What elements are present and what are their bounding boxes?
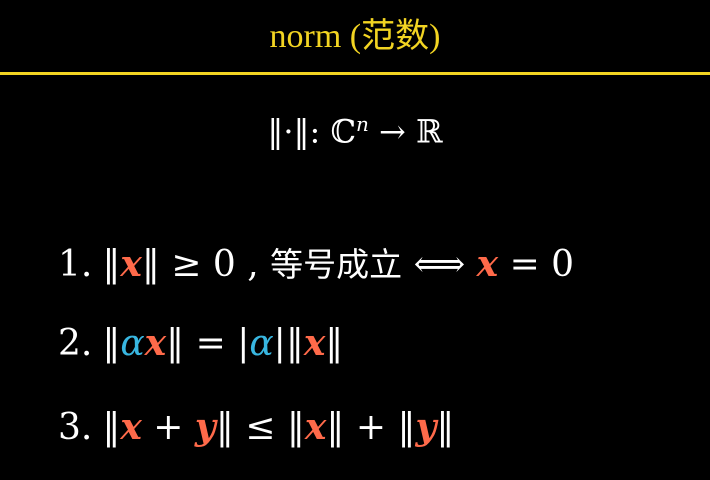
norm-bar: ‖ — [102, 323, 121, 364]
equals-sign: = — [195, 323, 226, 364]
title-underline — [0, 72, 710, 75]
maps-to-arrow: → — [379, 112, 406, 151]
norm-bar: ‖ — [325, 323, 344, 364]
vector-x: x — [120, 243, 142, 285]
dimension-exponent: n — [355, 112, 369, 136]
property-3: 3. ‖x + y‖ ≤ ‖x‖ + ‖y‖ — [58, 406, 454, 448]
norm-bar: ‖ — [326, 407, 345, 448]
norm-bar: ‖ — [166, 323, 185, 364]
norm-bar: ‖ — [102, 244, 121, 285]
norm-bar: ‖ — [285, 323, 304, 364]
plus-sign: + — [153, 407, 184, 448]
norm-bar: ‖ — [141, 244, 160, 285]
scalar-alpha: α — [249, 323, 274, 364]
norm-bar: ‖ — [102, 407, 121, 448]
real-numbers: ℝ — [416, 112, 443, 151]
abs-bar: | — [273, 323, 286, 364]
property-number: 3. — [58, 407, 93, 448]
property-number: 2. — [58, 323, 93, 364]
norm-bar: ‖ — [286, 407, 305, 448]
vector-y: y — [415, 406, 437, 448]
scalar-alpha: α — [120, 323, 145, 364]
vector-x: x — [304, 406, 327, 448]
vector-y: y — [194, 406, 216, 448]
norm-symbol: ‖·‖ — [267, 112, 310, 151]
norm-bar: ‖ — [436, 407, 455, 448]
less-equal-sign: ≤ — [245, 407, 276, 448]
vector-x: x — [120, 406, 142, 448]
equals-zero: = 0 — [509, 244, 575, 285]
slide-title: norm (范数) — [269, 18, 441, 55]
plus-sign: + — [355, 407, 386, 448]
nonnegativity-relation: ≥ 0 , — [171, 244, 259, 285]
abs-bar: | — [237, 323, 250, 364]
colon: : — [309, 112, 321, 151]
vector-x: x — [476, 243, 499, 285]
vector-x: x — [303, 322, 326, 364]
property-number: 1. — [58, 244, 93, 285]
complex-space: ℂ — [330, 112, 356, 151]
norm-bar: ‖ — [215, 407, 234, 448]
property-2: 2. ‖αx‖ = |α|‖x‖ — [58, 322, 343, 364]
property-1: 1. ‖x‖ ≥ 0 , 等号成立 ⟺ x = 0 — [58, 238, 574, 286]
vector-x: x — [144, 322, 167, 364]
iff-arrow: ⟺ — [413, 244, 466, 285]
norm-bar: ‖ — [397, 407, 416, 448]
norm-mapping: ‖·‖: ℂn → ℝ — [0, 112, 710, 151]
equality-condition-text: 等号成立 — [270, 245, 403, 284]
